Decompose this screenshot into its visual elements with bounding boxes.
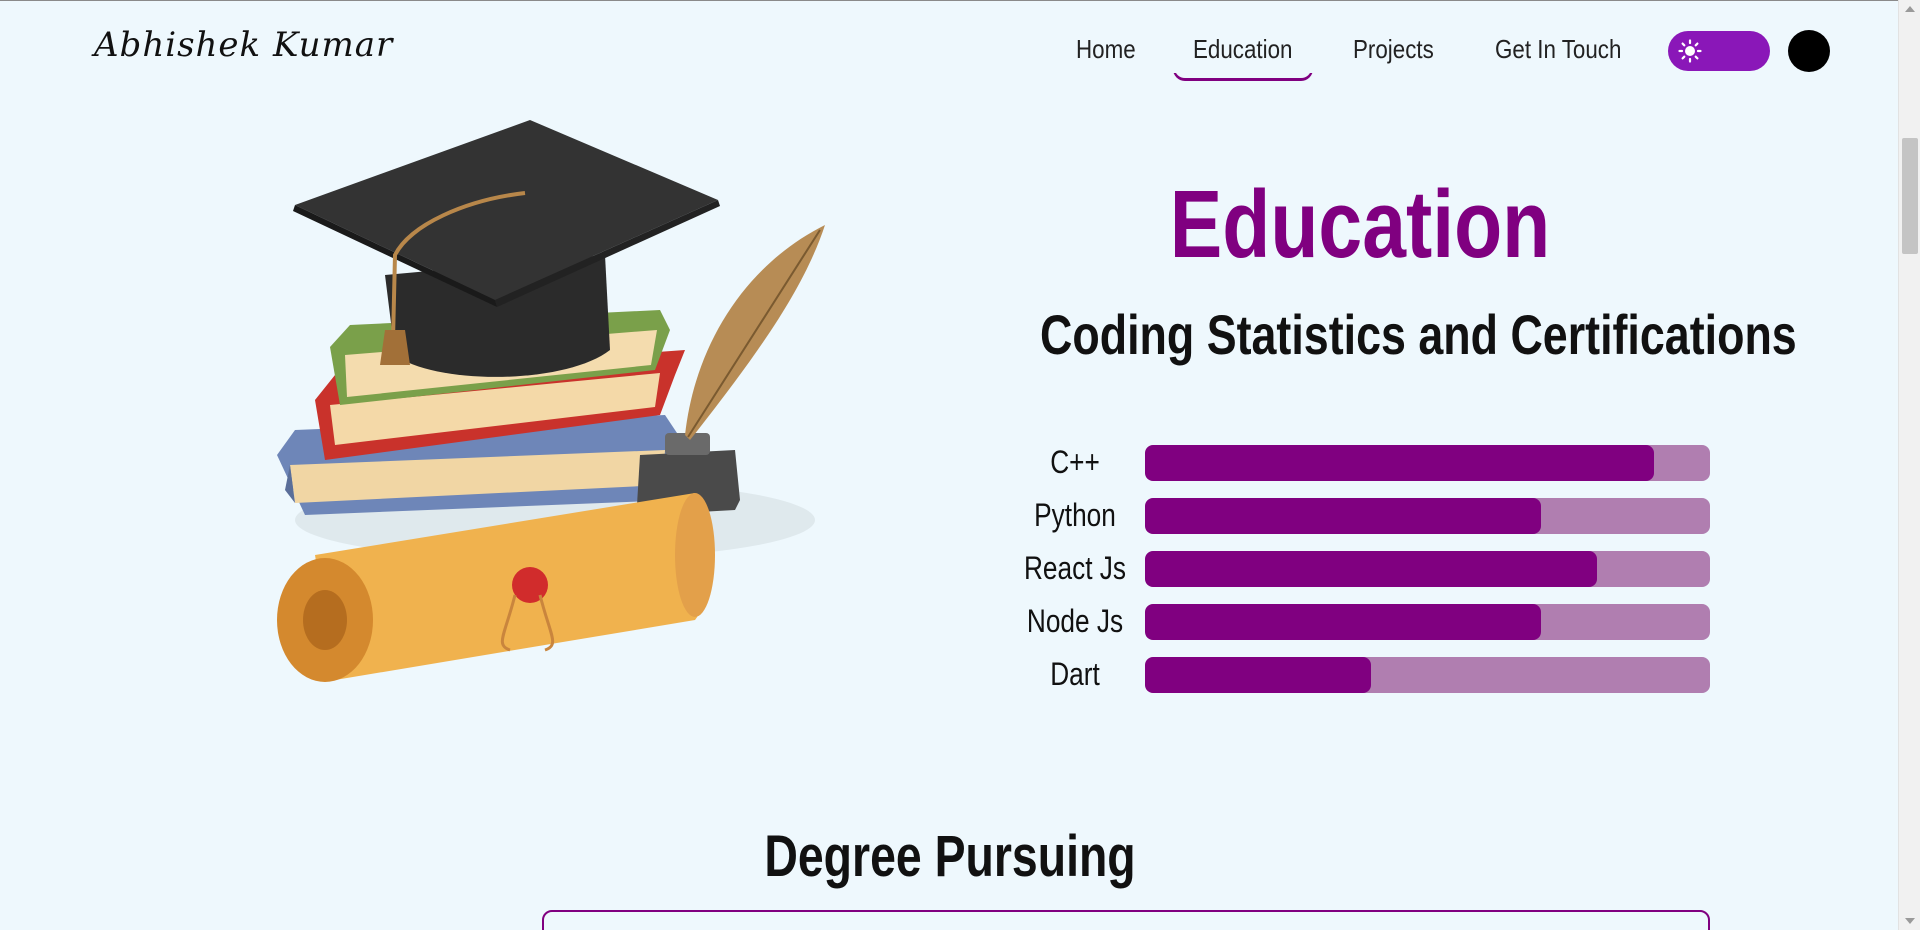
skill-progress-track	[1145, 657, 1710, 693]
skill-row: C++	[1000, 442, 1710, 482]
skill-row: React Js	[1000, 548, 1710, 588]
skill-progress-fill	[1145, 498, 1541, 534]
skill-progress-fill	[1145, 551, 1597, 587]
skill-label: Dart	[1050, 656, 1100, 692]
nav-education[interactable]: Education	[1193, 34, 1292, 70]
skill-progress-track	[1145, 604, 1710, 640]
skill-progress-fill	[1145, 604, 1541, 640]
skill-progress-fill	[1145, 445, 1654, 481]
skill-row: Node Js	[1000, 601, 1710, 641]
scroll-down-arrow-icon[interactable]	[1905, 918, 1915, 924]
skill-row: Dart	[1000, 654, 1710, 694]
degree-pursuing-title: Degree Pursuing	[764, 824, 1136, 889]
skill-label: Node Js	[1026, 603, 1124, 639]
nav-home[interactable]: Home	[1076, 34, 1136, 70]
quill	[685, 225, 825, 440]
brand-logo[interactable]: Abhishek Kumar	[94, 25, 393, 65]
nav-get-in-touch[interactable]: Get In Touch	[1495, 34, 1621, 70]
skill-row: Python	[1000, 495, 1710, 535]
page-scrollbar[interactable]	[1898, 0, 1920, 930]
skill-progress-track	[1145, 498, 1710, 534]
skill-label: Python	[1034, 497, 1116, 533]
sun-icon	[1678, 39, 1702, 63]
education-illustration	[277, 120, 825, 682]
nav-projects[interactable]: Projects	[1353, 34, 1434, 70]
scroll-up-arrow-icon[interactable]	[1905, 6, 1915, 12]
scrollbar-thumb[interactable]	[1902, 138, 1918, 254]
skill-progress-track	[1145, 551, 1710, 587]
skill-label: React Js	[1023, 550, 1127, 586]
navbar: Abhishek Kumar Home Education Projects G…	[0, 0, 1898, 100]
skill-progress-fill	[1145, 657, 1371, 693]
degree-card	[542, 910, 1710, 930]
theme-toggle[interactable]	[1668, 31, 1770, 71]
skill-label: C++	[1050, 444, 1100, 480]
skill-progress-track	[1145, 445, 1710, 481]
profile-avatar[interactable]	[1788, 30, 1830, 72]
cap-board	[295, 120, 718, 300]
education-title: Education	[1169, 171, 1551, 278]
coding-stats-subtitle: Coding Statistics and Certifications	[1040, 303, 1797, 366]
